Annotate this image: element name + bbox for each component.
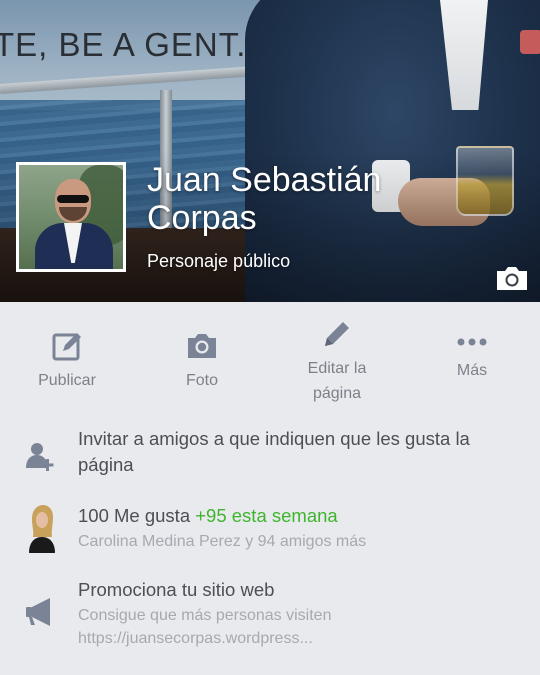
more-button[interactable]: Más xyxy=(407,318,537,383)
photo-label: Foto xyxy=(185,372,218,389)
compose-icon xyxy=(51,330,83,362)
likes-friends-text: Carolina Medina Perez y 94 amigos más xyxy=(78,533,367,550)
promote-subtitle-line1: Consigue que más personas visiten xyxy=(78,607,332,624)
pencil-icon xyxy=(321,318,353,350)
add-friend-icon xyxy=(24,440,56,472)
friend-avatar xyxy=(28,505,56,553)
likes-count: 100 Me gusta xyxy=(78,505,191,526)
photo-button[interactable]: Foto xyxy=(137,318,267,393)
cover-pocket-square xyxy=(520,30,540,54)
page-name[interactable]: Juan Sebastián Corpas xyxy=(147,161,447,237)
profile-picture[interactable] xyxy=(16,162,126,272)
likes-count-line: 100 Me gusta +95 esta semana xyxy=(78,503,338,529)
avatar-sunglasses xyxy=(57,195,89,203)
likes-weekly-growth: +95 esta semana xyxy=(195,505,338,526)
camera-icon xyxy=(186,330,218,362)
change-cover-camera-icon[interactable] xyxy=(494,264,530,292)
page-actions-bar: Publicar Foto Editar la página Más xyxy=(0,318,540,408)
cover-overlay-text: TE, BE A GENT. xyxy=(0,26,247,63)
promote-website-row[interactable]: Promociona tu sitio web Consigue que más… xyxy=(0,577,540,655)
invite-friends-row[interactable]: Invitar a amigos a que indiquen que les … xyxy=(0,426,540,486)
promote-subtitle-line2: https://juansecorpas.wordpress... xyxy=(78,630,313,647)
likes-row[interactable]: 100 Me gusta +95 esta semana Carolina Me… xyxy=(0,503,540,559)
invite-friends-text: Invitar a amigos a que indiquen que les … xyxy=(78,428,470,475)
edit-page-label: Editar la página xyxy=(307,360,367,402)
edit-page-button[interactable]: Editar la página xyxy=(272,318,402,406)
promote-title: Promociona tu sitio web xyxy=(78,579,275,600)
publish-label: Publicar xyxy=(38,372,96,389)
page-category[interactable]: Personaje público xyxy=(147,251,290,272)
publish-button[interactable]: Publicar xyxy=(2,318,132,393)
more-label: Más xyxy=(456,362,488,379)
megaphone-icon xyxy=(24,595,56,627)
